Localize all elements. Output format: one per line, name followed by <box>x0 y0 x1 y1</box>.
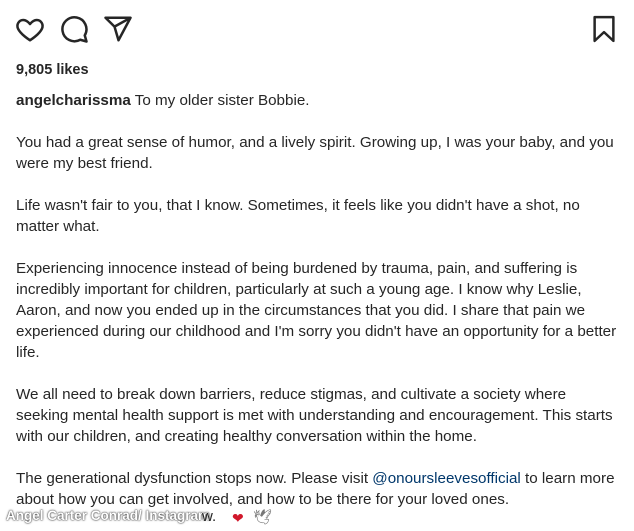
post-action-bar <box>15 14 619 46</box>
likes-count[interactable]: 9,805 likes <box>16 62 89 78</box>
dove-emoji: 🕊 <box>253 509 273 526</box>
caption-footer: Angel Carter Conrad/ Instagram w. ❤ 🕊 <box>6 506 634 528</box>
caption-paragraph: You had a great sense of humor, and a li… <box>16 134 614 172</box>
like-heart-icon[interactable] <box>15 14 45 44</box>
caption-last-text: The generational dysfunction stops now. … <box>16 470 373 487</box>
mention-link[interactable]: @onoursleevesofficial <box>372 470 521 487</box>
comment-bubble-icon[interactable] <box>59 14 89 44</box>
caption-paragraph: Experiencing innocence instead of being … <box>16 260 617 361</box>
save-bookmark-icon[interactable] <box>589 14 619 44</box>
caption-paragraph: Life wasn't fair to you, that I know. So… <box>16 197 580 235</box>
share-paper-plane-icon[interactable] <box>103 14 133 44</box>
red-heart-emoji: ❤ <box>232 510 244 526</box>
caption-first-line: To my older sister Bobbie. <box>134 92 310 109</box>
footer-text: w. <box>202 508 217 525</box>
photo-credit-watermark: Angel Carter Conrad/ Instagram <box>6 508 211 523</box>
author-username[interactable]: angelcharissma <box>16 92 131 109</box>
caption-paragraph: We all need to break down barriers, redu… <box>16 386 613 445</box>
post-caption: angelcharissma To my older sister Bobbie… <box>16 90 622 531</box>
